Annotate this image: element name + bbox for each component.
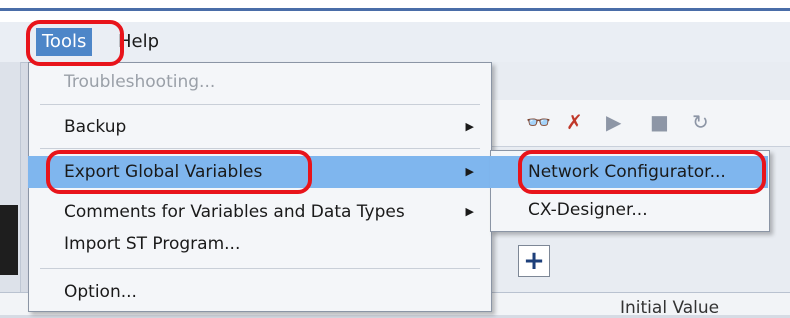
menu-item-import-st-program[interactable]: Import ST Program... bbox=[28, 228, 490, 260]
submenu-arrow-icon: ▶ bbox=[465, 120, 474, 133]
watch-icon[interactable]: 👓 bbox=[526, 110, 551, 134]
callout-network-configurator bbox=[518, 150, 766, 194]
menu-item-troubleshooting: Troubleshooting... bbox=[28, 66, 490, 98]
submenu-item-cx-designer[interactable]: CX-Designer... bbox=[490, 194, 768, 226]
title-bar-edge bbox=[0, 8, 790, 11]
left-dark-panel bbox=[0, 205, 18, 275]
menu-separator bbox=[40, 268, 480, 269]
submenu-item-label: CX-Designer... bbox=[528, 200, 648, 220]
menu-item-label: Option... bbox=[64, 282, 137, 302]
window-top-strip bbox=[0, 0, 790, 22]
menu-item-label: Import ST Program... bbox=[64, 234, 241, 254]
menu-item-label: Troubleshooting... bbox=[64, 72, 216, 92]
menu-separator bbox=[40, 104, 480, 105]
submenu-arrow-icon: ▶ bbox=[465, 165, 474, 178]
delete-watch-icon[interactable]: ✗ bbox=[566, 110, 583, 134]
step-out-icon[interactable]: ■ bbox=[650, 110, 669, 134]
menu-item-label: Backup bbox=[64, 117, 127, 137]
submenu-arrow-icon: ▶ bbox=[465, 205, 474, 218]
callout-export-global-variables bbox=[46, 150, 312, 194]
column-initial-value[interactable]: Initial Value bbox=[620, 298, 719, 318]
menu-item-option[interactable]: Option... bbox=[28, 276, 490, 308]
menu-separator bbox=[40, 148, 480, 149]
refresh-icon[interactable]: ↻ bbox=[692, 110, 709, 134]
add-button[interactable]: + bbox=[518, 245, 550, 277]
callout-tools bbox=[26, 20, 124, 66]
menu-item-comments[interactable]: Comments for Variables and Data Types ▶ bbox=[28, 196, 490, 228]
menu-item-backup[interactable]: Backup ▶ bbox=[28, 111, 490, 143]
step-in-icon[interactable]: ▶ bbox=[606, 110, 621, 134]
menu-item-label: Comments for Variables and Data Types bbox=[64, 202, 405, 222]
